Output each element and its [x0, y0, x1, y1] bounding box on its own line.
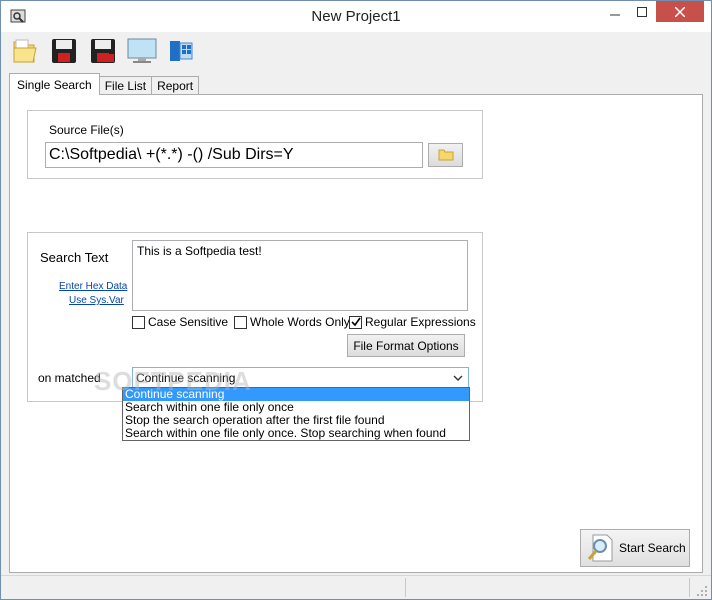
on-matched-selected-value: Continue scanning	[136, 371, 236, 385]
checkbox-box[interactable]	[132, 315, 145, 329]
source-group: Source File(s) C:\Softpedia\ +(*.*) -() …	[27, 110, 483, 179]
save-icon	[52, 39, 76, 63]
toolbar	[9, 35, 197, 71]
windows-button[interactable]	[165, 35, 197, 67]
maximize-icon	[636, 6, 647, 17]
close-icon	[675, 6, 685, 17]
case-sensitive-label: Case Sensitive	[148, 315, 229, 329]
regular-expressions-label: Regular Expressions	[365, 315, 476, 329]
app-window: New Project1 Single Search File List Rep…	[0, 0, 712, 600]
open-button[interactable]	[9, 35, 41, 67]
status-bar	[1, 575, 711, 599]
dropdown-option-once-and-stop[interactable]: Search within one file only once. Stop s…	[123, 427, 469, 440]
on-matched-select[interactable]: Continue scanning	[132, 367, 469, 389]
case-sensitive-checkbox[interactable]: Case Sensitive	[132, 315, 228, 329]
chevron-down-icon[interactable]	[452, 371, 464, 385]
tab-file-list[interactable]: File List	[98, 76, 153, 95]
monitor-icon	[127, 38, 157, 63]
file-format-options-button[interactable]: File Format Options	[347, 334, 465, 357]
whole-words-label: Whole Words Only	[250, 315, 350, 329]
on-matched-label: on matched	[38, 371, 101, 385]
minimize-icon	[609, 14, 620, 15]
search-text-input[interactable]: This is a Softpedia test!	[132, 240, 468, 311]
search-group: Search Text Enter Hex Data Use Sys.Var T…	[27, 232, 483, 402]
browse-button[interactable]	[428, 143, 463, 167]
checkmark-icon	[350, 317, 361, 327]
tab-report[interactable]: Report	[151, 76, 200, 95]
tab-single-search[interactable]: Single Search	[9, 73, 100, 95]
status-pane-main	[3, 578, 406, 597]
checkbox-box[interactable]	[234, 315, 247, 329]
on-matched-dropdown-list: Continue scanning Search within one file…	[122, 387, 470, 441]
status-pane-secondary	[408, 578, 690, 597]
source-label: Source File(s)	[49, 123, 124, 137]
single-search-panel: Source File(s) C:\Softpedia\ +(*.*) -() …	[9, 94, 703, 573]
save-as-button[interactable]	[87, 35, 119, 67]
search-text-label: Search Text	[40, 250, 109, 265]
tab-strip: Single Search File List Report	[9, 73, 200, 95]
maximize-button[interactable]	[628, 1, 655, 22]
windows-icon	[170, 41, 193, 61]
close-button[interactable]	[656, 1, 704, 22]
open-folder-icon	[13, 39, 37, 63]
folder-icon	[438, 149, 453, 161]
regular-expressions-checkbox[interactable]: Regular Expressions	[349, 315, 476, 329]
enter-hex-data-link[interactable]: Enter Hex Data	[59, 281, 127, 292]
minimize-button[interactable]	[601, 1, 628, 22]
title-bar: New Project1	[1, 1, 711, 32]
resize-grip-icon[interactable]	[696, 585, 708, 597]
whole-words-checkbox[interactable]: Whole Words Only	[234, 315, 350, 329]
checkbox-box[interactable]	[349, 315, 362, 329]
monitor-button[interactable]	[126, 35, 158, 67]
magnifier-icon	[587, 534, 613, 562]
start-search-button[interactable]: Start Search	[580, 529, 690, 567]
start-search-label: Start Search	[619, 541, 686, 555]
use-sys-var-link[interactable]: Use Sys.Var	[69, 295, 124, 306]
save-as-icon	[91, 39, 115, 63]
save-button[interactable]	[48, 35, 80, 67]
source-files-input[interactable]: C:\Softpedia\ +(*.*) -() /Sub Dirs=Y	[45, 142, 423, 168]
